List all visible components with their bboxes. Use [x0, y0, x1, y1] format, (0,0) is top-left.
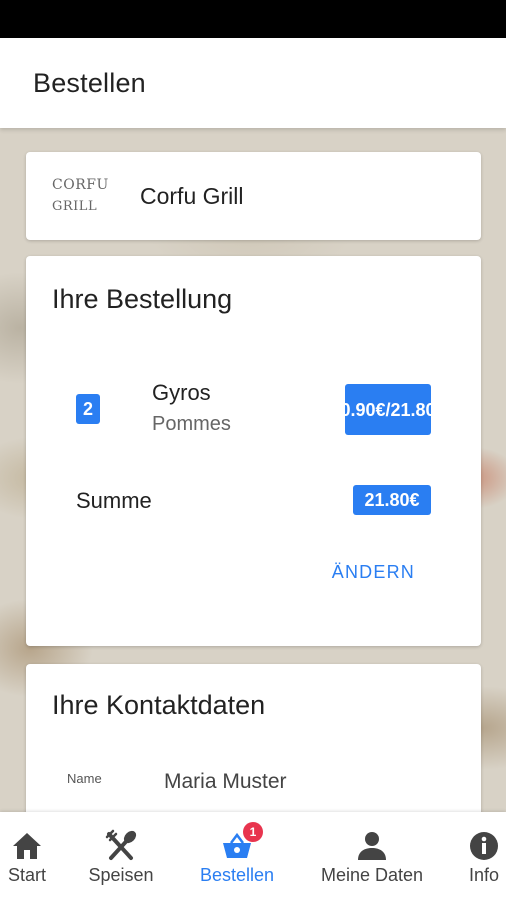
name-value[interactable]: Maria Muster	[164, 770, 287, 794]
nav-item-meine-daten[interactable]: Meine Daten	[312, 812, 432, 900]
scroll-content[interactable]: CORFU GRILL Corfu Grill Ihre Bestellung …	[0, 128, 506, 812]
item-price-badge: 10.90€/ 21.80€	[330, 384, 446, 435]
nav-item-bestellen[interactable]: 1 Bestellen	[190, 812, 284, 900]
item-name: Gyros	[152, 380, 211, 405]
nav-label-meine-daten: Meine Daten	[320, 865, 424, 885]
order-card: Ihre Bestellung 2 Gyros Pommes 10.90€/ 2…	[26, 256, 481, 646]
sum-badge: 21.80€	[353, 485, 431, 515]
person-icon	[355, 829, 389, 863]
logo-line-1: CORFU	[52, 177, 109, 193]
basket-icon: 1	[220, 822, 263, 863]
order-title: Ihre Bestellung	[52, 284, 233, 314]
unit-price: 10.90€/	[330, 399, 391, 420]
change-order-button[interactable]: ÄNDERN	[332, 562, 415, 583]
cart-count-badge: 1	[243, 822, 263, 842]
page-title: Bestellen	[33, 67, 146, 98]
bottom-navigation: Start Speisen 1 Bestellen Meine Daten In…	[0, 812, 506, 900]
app-bar: Bestellen	[0, 38, 506, 128]
nav-item-info[interactable]: Info	[462, 812, 506, 900]
nav-label-info: Info	[468, 865, 500, 885]
name-label: Name	[67, 771, 102, 786]
nav-item-speisen[interactable]: Speisen	[82, 812, 160, 900]
line-total: 21.80€	[390, 399, 446, 420]
info-icon	[467, 829, 501, 863]
logo-line-2: GRILL	[52, 199, 98, 214]
contact-card: Ihre Kontaktdaten Name Maria Muster	[26, 664, 481, 812]
nav-label-start: Start	[7, 865, 46, 885]
item-variant: Pommes	[152, 413, 231, 435]
sum-label: Summe	[76, 488, 152, 513]
status-bar	[0, 0, 506, 38]
fork-knife-icon	[104, 829, 138, 863]
restaurant-card[interactable]: CORFU GRILL Corfu Grill	[26, 152, 481, 240]
nav-label-bestellen: Bestellen	[199, 865, 275, 885]
home-icon	[10, 829, 44, 863]
nav-item-start[interactable]: Start	[0, 812, 54, 900]
restaurant-name: Corfu Grill	[140, 182, 244, 209]
nav-label-speisen: Speisen	[88, 865, 154, 885]
quantity-badge: 2	[76, 394, 100, 424]
contact-title: Ihre Kontaktdaten	[52, 690, 266, 720]
restaurant-logo: CORFU GRILL	[52, 170, 114, 222]
